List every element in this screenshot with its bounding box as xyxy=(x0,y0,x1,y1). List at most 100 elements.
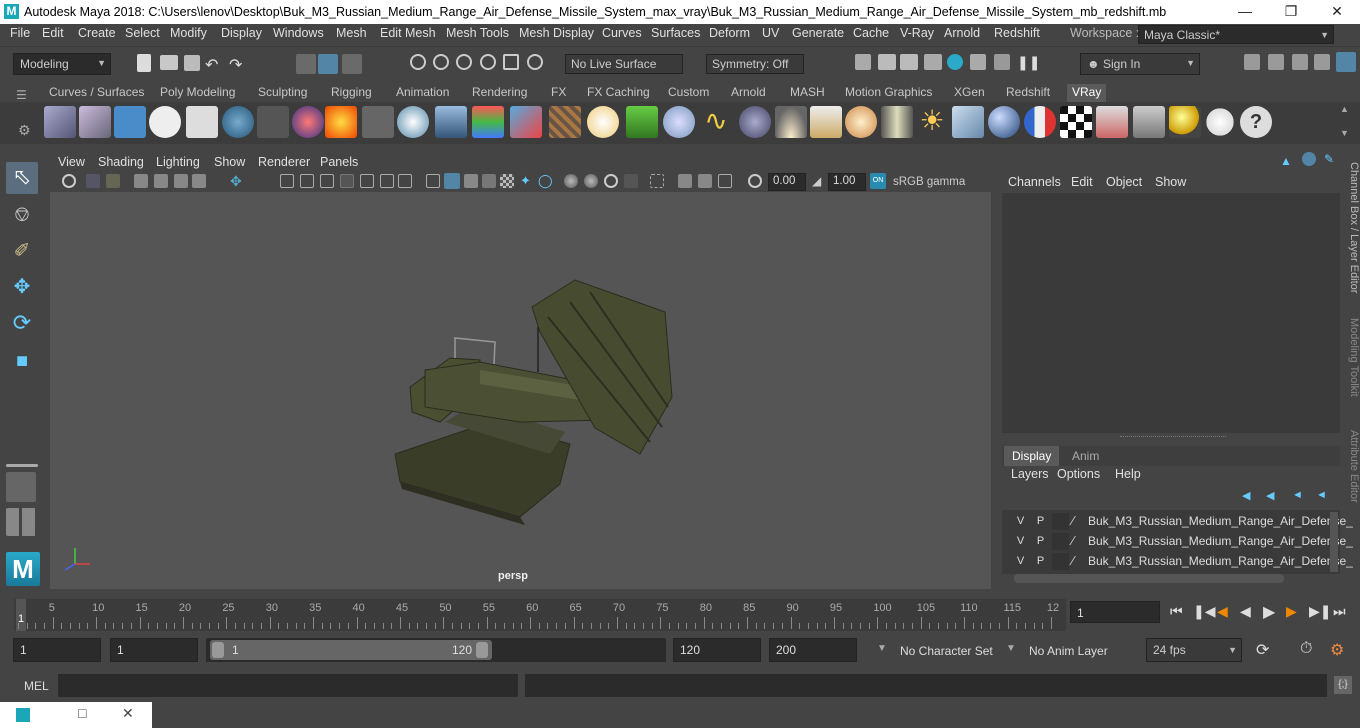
layer-scrollbar[interactable] xyxy=(1330,512,1338,572)
menu-create[interactable]: Create xyxy=(78,26,116,40)
menu-windows[interactable]: Windows xyxy=(273,26,324,40)
animation-start-field[interactable]: 1 xyxy=(13,638,101,662)
step-back-key-icon[interactable]: ❚◀ xyxy=(1193,603,1216,620)
shelf-tab-motion-graphics[interactable]: Motion Graphics xyxy=(840,84,937,102)
character-controls-icon[interactable] xyxy=(1268,54,1284,70)
paint-select-icon[interactable]: ✐ xyxy=(6,236,38,268)
playback-end-field[interactable]: 120 xyxy=(673,638,761,662)
shelf-tab-rigging[interactable]: Rigging xyxy=(326,84,377,102)
menu-surfaces[interactable]: Surfaces xyxy=(651,26,700,40)
vray-spot-light-icon[interactable] xyxy=(810,106,842,138)
layer-playback-toggle[interactable]: P xyxy=(1032,533,1049,550)
single-view-layout-icon[interactable] xyxy=(6,472,36,502)
vray-proxy-icon[interactable] xyxy=(79,106,111,138)
go-to-end-icon[interactable]: ⏭ xyxy=(1333,603,1346,620)
vray-sun-icon[interactable]: ☀ xyxy=(916,106,948,138)
layer-name[interactable]: Buk_M3_Russian_Medium_Range_Air_Defense_ xyxy=(1088,514,1353,528)
vray-plane-icon[interactable] xyxy=(362,106,394,138)
command-input[interactable] xyxy=(58,674,518,697)
layer-visibility-toggle[interactable]: V xyxy=(1012,513,1029,530)
layer-menu-layers[interactable]: Layers xyxy=(1011,467,1049,481)
menu-select[interactable]: Select xyxy=(125,26,160,40)
snap-grid-icon[interactable] xyxy=(410,54,426,70)
use-all-lights-icon[interactable] xyxy=(500,174,514,188)
rotate-tool-icon[interactable]: ⟳ xyxy=(6,308,38,340)
scale-tool-icon[interactable]: ■ xyxy=(6,346,38,378)
shadows-icon[interactable]: ✦ xyxy=(520,174,534,188)
wireframe-on-shaded-icon[interactable] xyxy=(464,174,478,188)
xray-joints-icon[interactable] xyxy=(678,174,692,188)
snap-curve-icon[interactable] xyxy=(433,54,449,70)
layer-visibility-toggle[interactable]: V xyxy=(1012,533,1029,550)
layer-row[interactable]: V P ∕ Buk_M3_Russian_Medium_Range_Air_De… xyxy=(1006,512,1353,531)
chevron-down-icon[interactable]: ▼ xyxy=(1006,643,1016,654)
vray-sphere-icon[interactable] xyxy=(739,106,771,138)
select-hierarchy-icon[interactable] xyxy=(296,54,316,74)
motion-blur-icon[interactable] xyxy=(564,174,578,188)
mode-dropdown[interactable]: Modeling ▼ xyxy=(13,53,111,75)
shelf-tab-animation[interactable]: Animation xyxy=(391,84,454,102)
vray-material-icon[interactable] xyxy=(292,106,324,138)
shelf-tab-curves-surfaces[interactable]: Curves / Surfaces xyxy=(44,84,149,102)
minimized-window[interactable]: □ ✕ xyxy=(0,702,152,728)
exposure-field[interactable]: 0.00 xyxy=(768,173,806,191)
vray-camera-icon[interactable] xyxy=(257,106,289,138)
script-editor-icon[interactable]: {;} xyxy=(1334,676,1352,694)
menu-mesh-display[interactable]: Mesh Display xyxy=(519,26,594,40)
four-view-layout-icon[interactable] xyxy=(6,508,36,536)
range-end-handle[interactable] xyxy=(476,642,488,658)
shelf-tab-custom[interactable]: Custom xyxy=(663,84,714,102)
side-tab-channel-box[interactable]: Channel Box / Layer Editor xyxy=(1344,162,1360,312)
snap-point-icon[interactable] xyxy=(456,54,472,70)
safe-action-icon[interactable] xyxy=(380,174,394,188)
select-camera-icon[interactable] xyxy=(62,174,76,188)
sign-in-button[interactable]: ☻ Sign In ▼ xyxy=(1080,53,1200,75)
gate-mask-icon[interactable] xyxy=(340,174,354,188)
layer-type-toggle[interactable] xyxy=(1052,553,1069,570)
shelf-tab-mash[interactable]: MASH xyxy=(785,84,830,102)
side-tab-attribute-editor[interactable]: Attribute Editor xyxy=(1344,430,1360,520)
gamma-field[interactable]: 1.00 xyxy=(828,173,866,191)
range-bar[interactable]: 1 120 xyxy=(206,638,666,662)
render-sequence-icon[interactable] xyxy=(878,54,896,70)
xray-components-icon[interactable] xyxy=(698,174,712,188)
menu-edit-mesh[interactable]: Edit Mesh xyxy=(380,26,436,40)
vray-shape-icon[interactable] xyxy=(435,106,467,138)
timeline-track[interactable]: 1 5 10 15 20 25 30 35 40 45 50 55 60 65 70 75 80 85 90 95 1… xyxy=(14,599,1066,631)
select-component-icon[interactable] xyxy=(342,54,362,74)
viewport-menu-view[interactable]: View xyxy=(58,155,85,169)
vray-omni-light-icon[interactable] xyxy=(845,106,877,138)
channel-menu-channels[interactable]: Channels xyxy=(1008,175,1061,189)
channel-box-toggle-icon[interactable] xyxy=(1336,52,1356,72)
vray-dome-icon[interactable] xyxy=(222,106,254,138)
layer-type-toggle[interactable] xyxy=(1052,533,1069,550)
isolate-select-icon[interactable] xyxy=(624,174,638,188)
shelf-tab-xgen[interactable]: XGen xyxy=(949,84,990,102)
chevron-down-icon[interactable]: ▼ xyxy=(877,643,887,654)
loop-icon[interactable]: ⟳ xyxy=(1256,640,1269,660)
range-handle[interactable]: 1 120 xyxy=(210,640,492,660)
anti-alias-icon[interactable] xyxy=(584,174,598,188)
vray-particle-icon[interactable] xyxy=(663,106,695,138)
vray-vfb-icon[interactable] xyxy=(114,106,146,138)
menu-mesh-tools[interactable]: Mesh Tools xyxy=(446,26,509,40)
lasso-tool-icon[interactable]: ⎊ xyxy=(6,200,38,232)
close-icon[interactable]: ✕ xyxy=(1314,0,1360,24)
vray-dome-light-icon[interactable] xyxy=(775,106,807,138)
redo-icon[interactable]: ↷ xyxy=(229,55,249,75)
depth-of-field-icon[interactable] xyxy=(604,174,618,188)
vray-globe-icon[interactable] xyxy=(587,106,619,138)
grease-pencil-icon[interactable] xyxy=(174,174,188,188)
snap-view-icon[interactable] xyxy=(480,54,496,70)
layer-playback-toggle[interactable]: P xyxy=(1032,513,1049,530)
menu-redshift[interactable]: Redshift xyxy=(994,26,1040,40)
live-surface-field[interactable]: No Live Surface xyxy=(565,54,683,74)
minimize-icon[interactable]: — xyxy=(1222,0,1268,24)
smooth-shade-icon[interactable] xyxy=(444,173,460,189)
vray-logo-icon[interactable] xyxy=(149,106,181,138)
step-back-frame-icon[interactable]: ◀ xyxy=(1217,603,1228,620)
camera-attr-icon[interactable] xyxy=(86,174,100,188)
vray-render-icon[interactable] xyxy=(1096,106,1128,138)
attribute-editor-icon[interactable] xyxy=(1292,54,1308,70)
layer-color-icon[interactable]: ∕ xyxy=(1072,533,1086,550)
